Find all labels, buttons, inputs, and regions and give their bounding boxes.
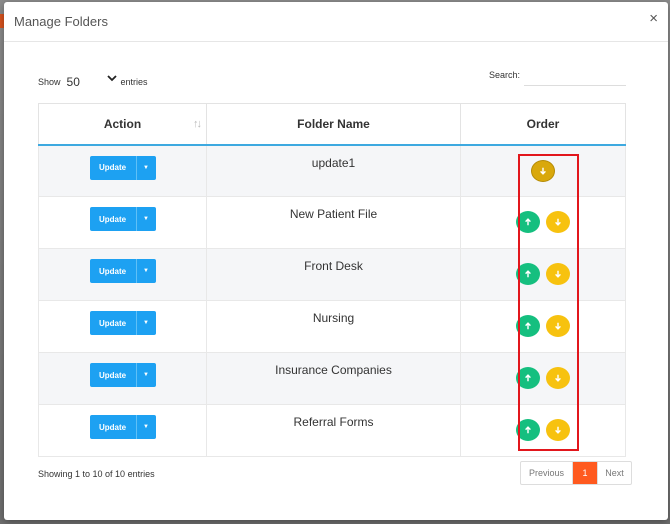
show-label: Show <box>38 77 61 87</box>
move-down-icon[interactable] <box>546 419 570 441</box>
action-cell: Update ▼ <box>38 300 207 353</box>
table-info: Showing 1 to 10 of 10 entries <box>38 469 155 479</box>
move-up-icon[interactable] <box>516 211 540 233</box>
order-cell <box>460 144 626 197</box>
column-header-action[interactable]: Action ↑↓ <box>38 103 207 146</box>
move-up-icon[interactable] <box>516 419 540 441</box>
modal-header: Manage Folders × <box>4 2 668 42</box>
move-down-icon[interactable] <box>546 367 570 389</box>
search-label: Search: <box>488 70 520 80</box>
move-up-icon[interactable] <box>516 263 540 285</box>
search-input[interactable] <box>524 70 626 86</box>
order-cell <box>460 352 626 405</box>
table-header-row: Action ↑↓ Folder Name Order <box>38 103 626 146</box>
entries-select[interactable]: 50 <box>65 74 117 90</box>
order-buttons <box>516 263 570 285</box>
action-cell: Update ▼ <box>38 352 207 405</box>
order-cell <box>460 404 626 457</box>
update-button-group: Update ▼ <box>89 311 156 335</box>
folders-table: Action ↑↓ Folder Name Order Update ▼ upd… <box>38 103 626 457</box>
move-down-icon[interactable] <box>531 159 555 182</box>
table-row: Update ▼ update1 <box>38 144 626 197</box>
action-cell: Update ▼ <box>38 248 207 301</box>
folder-name: Referral Forms <box>293 415 374 429</box>
folder-name: New Patient File <box>289 207 378 221</box>
order-buttons <box>516 367 570 389</box>
move-down-icon[interactable] <box>546 211 570 233</box>
move-up-icon[interactable] <box>516 315 540 337</box>
table-row: Update ▼ Nursing <box>38 300 626 353</box>
update-button-group: Update ▼ <box>89 155 156 180</box>
action-cell: Update ▼ <box>38 144 207 197</box>
table-row: Update ▼ New Patient File <box>38 196 626 249</box>
table-row: Update ▼ Referral Forms <box>38 404 626 457</box>
folder-name: Insurance Companies <box>275 363 392 377</box>
caret-down-icon[interactable]: ▼ <box>135 311 156 335</box>
order-buttons <box>516 419 570 441</box>
entries-select-value: 50 <box>66 75 80 89</box>
update-button[interactable]: Update <box>89 259 136 283</box>
update-button[interactable]: Update <box>89 363 136 387</box>
modal-title: Manage Folders <box>14 14 108 29</box>
folder-name-cell: Referral Forms <box>206 404 461 457</box>
caret-down-icon[interactable]: ▼ <box>135 363 156 387</box>
column-header-folder-name-label: Folder Name <box>297 116 370 131</box>
folder-name: Nursing <box>312 311 355 325</box>
caret-down-icon[interactable]: ▼ <box>135 415 156 439</box>
order-cell <box>460 248 626 301</box>
update-button[interactable]: Update <box>89 207 136 231</box>
close-icon[interactable]: × <box>649 11 658 27</box>
order-buttons <box>516 315 570 337</box>
folder-name: update1 <box>311 155 356 170</box>
update-button-group: Update ▼ <box>89 415 156 439</box>
order-buttons <box>516 211 570 233</box>
order-buttons <box>531 159 555 182</box>
column-header-order: Order <box>460 103 626 146</box>
move-down-icon[interactable] <box>546 315 570 337</box>
folder-name-cell: Nursing <box>206 300 461 353</box>
caret-down-icon[interactable]: ▼ <box>135 207 156 231</box>
update-button-group: Update ▼ <box>89 363 156 387</box>
column-header-order-label: Order <box>526 116 560 131</box>
pagination: Previous 1 Next <box>520 461 632 485</box>
folder-name-cell: Front Desk <box>206 248 461 301</box>
column-header-folder-name: Folder Name <box>206 103 461 146</box>
page-1-button[interactable]: 1 <box>573 462 597 484</box>
chevron-down-icon <box>106 74 117 84</box>
previous-page-button[interactable]: Previous <box>521 462 573 484</box>
order-cell <box>460 300 626 353</box>
table-controls: Show 50 entries Search: <box>38 70 626 92</box>
action-cell: Update ▼ <box>38 196 207 249</box>
update-button-group: Update ▼ <box>89 259 156 283</box>
order-cell <box>460 196 626 249</box>
update-button[interactable]: Update <box>89 155 136 180</box>
table-row: Update ▼ Insurance Companies <box>38 352 626 405</box>
folder-name-cell: Insurance Companies <box>206 352 461 405</box>
entries-label: entries <box>120 77 148 87</box>
column-header-action-label: Action <box>103 116 142 131</box>
table-row: Update ▼ Front Desk <box>38 248 626 301</box>
folder-name-cell: New Patient File <box>206 196 461 249</box>
entries-length-control: Show 50 entries <box>38 74 148 90</box>
caret-down-icon[interactable]: ▼ <box>135 259 156 283</box>
action-cell: Update ▼ <box>38 404 207 457</box>
caret-down-icon[interactable]: ▼ <box>135 155 156 180</box>
update-button-group: Update ▼ <box>89 207 156 231</box>
move-down-icon[interactable] <box>546 263 570 285</box>
folder-name: Front Desk <box>304 259 363 273</box>
next-page-button[interactable]: Next <box>597 462 631 484</box>
update-button[interactable]: Update <box>89 415 136 439</box>
folder-name-cell: update1 <box>206 144 461 197</box>
update-button[interactable]: Update <box>89 311 136 335</box>
move-up-icon[interactable] <box>516 367 540 389</box>
sort-icon: ↑↓ <box>193 118 202 130</box>
search-control: Search: <box>489 70 626 86</box>
